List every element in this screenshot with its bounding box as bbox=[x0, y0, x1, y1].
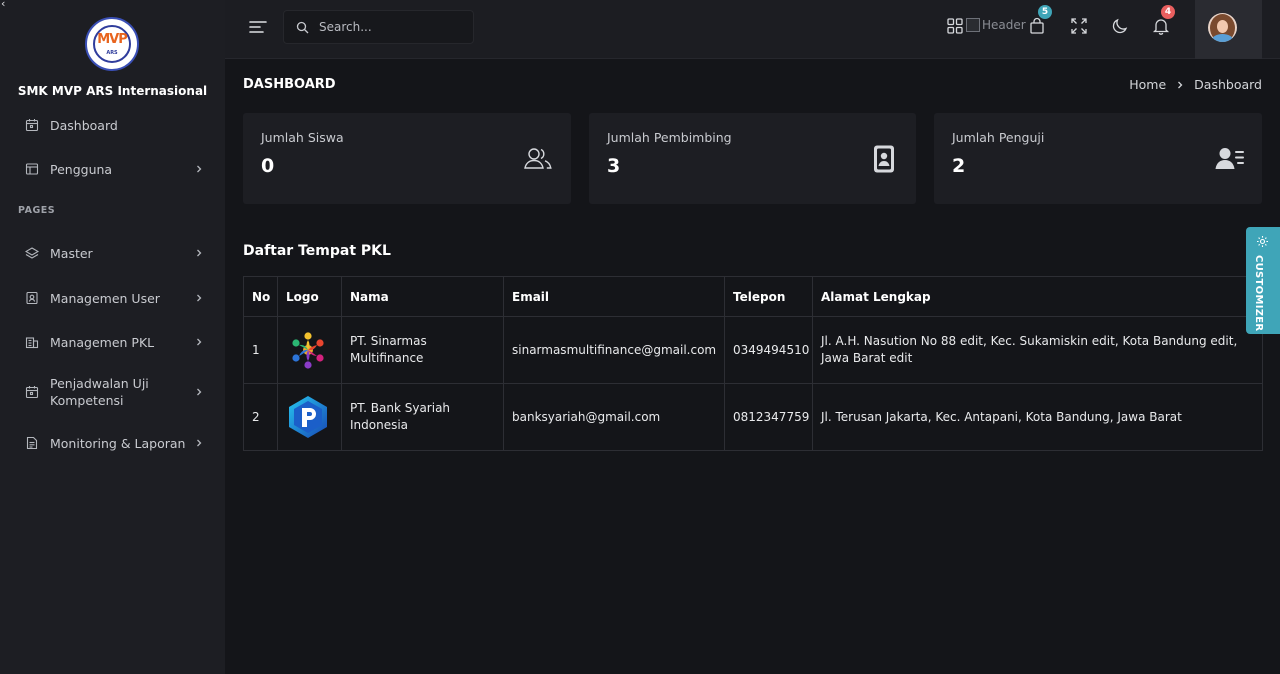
search-icon bbox=[296, 21, 309, 33]
column-header-no: No bbox=[243, 276, 278, 317]
cell-alamat: Jl. A.H. Nasution No 88 edit, Kec. Sukam… bbox=[812, 316, 1263, 384]
column-header-logo: Logo bbox=[277, 276, 342, 317]
page-title: DASHBOARD bbox=[243, 77, 336, 92]
cell-nama: PT. Sinarmas Multifinance bbox=[341, 316, 504, 384]
header-image-alt: Header bbox=[982, 18, 1026, 32]
sidebar-item-label: Penjadwalan Uji Kompetensi bbox=[50, 376, 149, 408]
table-header-row: No Logo Nama Email Telepon Alamat Lengka… bbox=[243, 276, 1263, 317]
calendar-icon bbox=[25, 386, 39, 399]
stat-card-value: 0 bbox=[261, 155, 275, 177]
sidebar-item-label: Dashboard bbox=[50, 117, 118, 133]
sidebar-item-label: Managemen PKL bbox=[50, 334, 155, 350]
sidebar-item-label: Master bbox=[50, 245, 93, 261]
sidebar-section-label: PAGES bbox=[18, 205, 56, 216]
shopping-bag-icon[interactable] bbox=[1028, 17, 1046, 35]
company-logo-bank-syariah bbox=[289, 396, 327, 438]
building-icon bbox=[25, 337, 39, 349]
search-box[interactable] bbox=[283, 10, 474, 44]
company-logo-sinarmas bbox=[292, 332, 324, 369]
table-title: Daftar Tempat PKL bbox=[243, 243, 391, 259]
report-icon bbox=[26, 436, 38, 450]
cell-logo bbox=[277, 383, 342, 451]
search-input[interactable] bbox=[319, 20, 459, 34]
cell-alamat: Jl. Terusan Jakarta, Kec. Antapani, Kota… bbox=[812, 383, 1263, 451]
sidebar: ‹ MVP ARS SMK MVP ARS Internasional Dash… bbox=[0, 0, 225, 674]
avatar bbox=[1208, 13, 1237, 42]
stat-card-siswa: Jumlah Siswa 0 bbox=[243, 113, 571, 204]
sidebar-item-label: Monitoring & Laporan bbox=[50, 435, 186, 451]
sidebar-item-pengguna[interactable]: Pengguna bbox=[0, 160, 225, 178]
cell-nama: PT. Bank Syariah Indonesia bbox=[341, 383, 504, 451]
broken-image-icon bbox=[966, 18, 980, 32]
table-row[interactable]: 2 PT. Bank Syariah Indonesia banksyariah… bbox=[243, 383, 1263, 451]
table-row[interactable]: 1 PT. Sinarmas Multifinance sinarmasmult… bbox=[243, 316, 1263, 384]
avatar-shirt bbox=[1212, 34, 1233, 42]
profile-menu[interactable] bbox=[1195, 0, 1262, 59]
avatar-face bbox=[1217, 20, 1228, 33]
logo-sub: ARS bbox=[106, 50, 118, 56]
customizer-label: CUSTOMIZER bbox=[1253, 255, 1264, 332]
pkl-table: No Logo Nama Email Telepon Alamat Lengka… bbox=[243, 276, 1263, 451]
topbar: Header 5 4 bbox=[225, 0, 1280, 59]
sidebar-item-managemen-pkl[interactable]: Managemen PKL bbox=[0, 333, 225, 351]
stat-card-value: 2 bbox=[952, 155, 966, 177]
brand-name: SMK MVP ARS Internasional bbox=[17, 84, 208, 98]
stat-card-penguji: Jumlah Penguji 2 bbox=[934, 113, 1262, 204]
dark-mode-moon-icon[interactable] bbox=[1111, 17, 1129, 35]
stat-card-label: Jumlah Pembimbing bbox=[607, 130, 732, 145]
cell-no: 2 bbox=[243, 383, 278, 451]
chevron-right-icon bbox=[197, 165, 202, 173]
chevron-right-icon bbox=[197, 338, 202, 346]
cell-logo bbox=[277, 316, 342, 384]
chevron-right-icon bbox=[197, 439, 202, 447]
notification-badge: 4 bbox=[1161, 5, 1175, 19]
school-logo[interactable]: MVP ARS bbox=[85, 17, 139, 71]
user-card-icon bbox=[26, 291, 38, 305]
sidebar-item-monitoring-laporan[interactable]: Monitoring & Laporan bbox=[0, 434, 225, 452]
sidebar-item-dashboard[interactable]: Dashboard bbox=[0, 116, 225, 134]
cell-no: 1 bbox=[243, 316, 278, 384]
sidebar-item-label: Pengguna bbox=[50, 161, 113, 177]
breadcrumb-home-link[interactable]: Home bbox=[1129, 77, 1166, 92]
cell-email: sinarmasmultifinance@gmail.com bbox=[503, 316, 725, 384]
breadcrumb: Home Dashboard bbox=[1129, 77, 1262, 92]
menu-toggle-icon[interactable] bbox=[249, 20, 267, 34]
cart-badge: 5 bbox=[1038, 5, 1052, 19]
breadcrumb-current: Dashboard bbox=[1194, 77, 1262, 92]
chevron-right-icon bbox=[197, 388, 202, 396]
cell-email: banksyariah@gmail.com bbox=[503, 383, 725, 451]
stat-card-label: Jumlah Siswa bbox=[261, 130, 344, 145]
sidebar-item-penjadwalan-uji-kompetensi[interactable]: Penjadwalan Uji Kompetensi bbox=[0, 375, 225, 409]
customizer-tab[interactable]: CUSTOMIZER bbox=[1246, 227, 1280, 334]
layers-icon bbox=[25, 247, 39, 259]
column-header-telepon: Telepon bbox=[724, 276, 813, 317]
users-icon bbox=[524, 148, 552, 169]
chevron-right-icon bbox=[1178, 81, 1183, 88]
stat-card-pembimbing: Jumlah Pembimbing 3 bbox=[589, 113, 916, 204]
stat-card-value: 3 bbox=[607, 155, 621, 177]
column-header-alamat: Alamat Lengkap bbox=[812, 276, 1263, 317]
sidebar-item-master[interactable]: Master bbox=[0, 244, 225, 262]
table-icon bbox=[25, 163, 39, 175]
user-list-icon bbox=[1215, 148, 1244, 169]
cell-telepon: 0349494510 bbox=[724, 316, 813, 384]
calendar-icon bbox=[25, 119, 39, 132]
id-badge-icon bbox=[874, 145, 894, 173]
logo-mark: MVP bbox=[97, 32, 128, 47]
header-image: Header bbox=[966, 18, 1026, 32]
stat-card-label: Jumlah Penguji bbox=[952, 130, 1045, 145]
sidebar-item-managemen-user[interactable]: Managemen User bbox=[0, 289, 225, 307]
column-header-email: Email bbox=[503, 276, 725, 317]
chevron-right-icon bbox=[197, 249, 202, 257]
sidebar-item-label: Managemen User bbox=[50, 290, 160, 306]
apps-grid-icon[interactable] bbox=[946, 17, 964, 35]
sidebar-collapse-icon[interactable]: ‹ bbox=[1, 0, 5, 10]
cell-telepon: 0812347759 bbox=[724, 383, 813, 451]
notification-bell-icon[interactable] bbox=[1152, 17, 1170, 35]
fullscreen-icon[interactable] bbox=[1070, 17, 1088, 35]
gear-icon bbox=[1257, 236, 1268, 247]
chevron-right-icon bbox=[197, 294, 202, 302]
column-header-nama: Nama bbox=[341, 276, 504, 317]
